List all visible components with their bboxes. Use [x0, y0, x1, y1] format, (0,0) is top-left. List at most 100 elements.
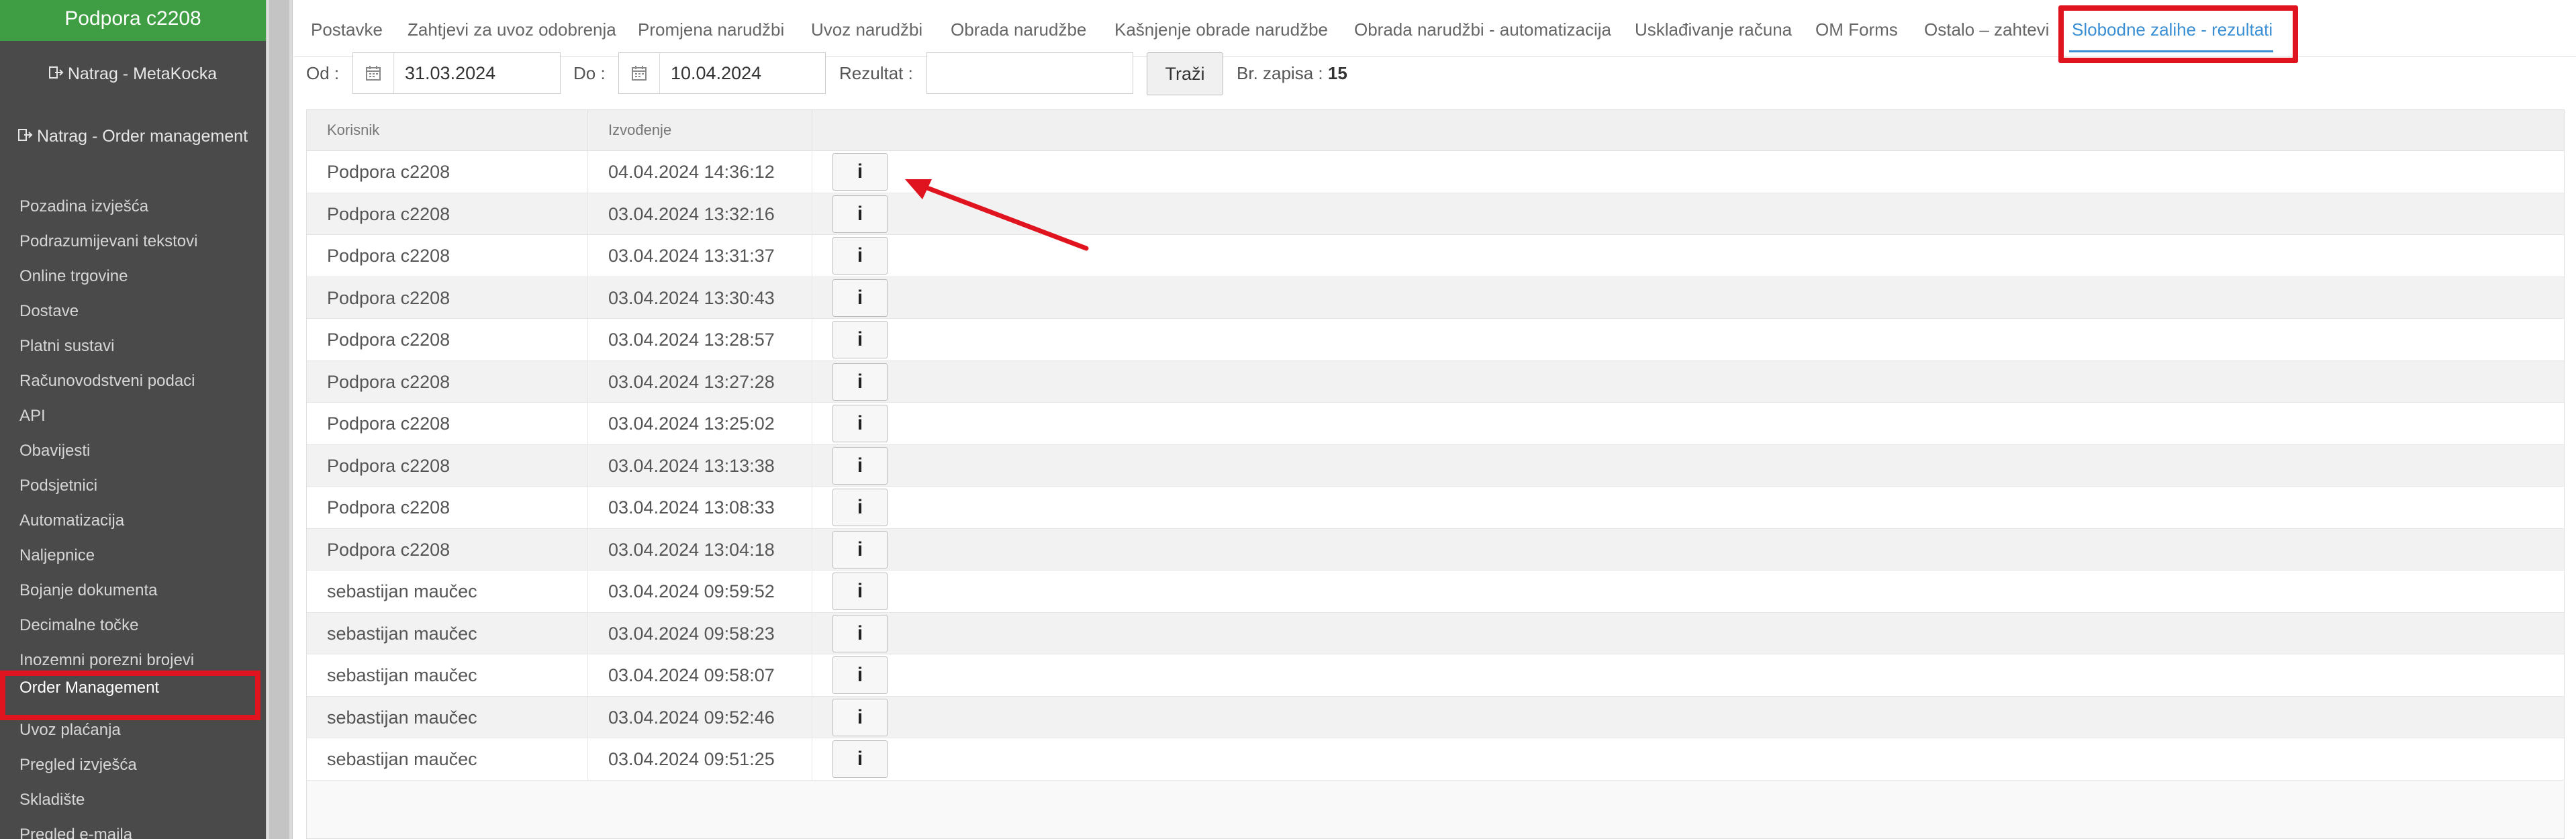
search-button[interactable]: Traži: [1147, 52, 1223, 95]
cell-user: Podpora c2208: [307, 319, 588, 360]
tab[interactable]: Promjena narudžbi: [638, 0, 784, 56]
info-button[interactable]: i: [832, 405, 888, 442]
info-button[interactable]: i: [832, 153, 888, 191]
sidebar-item[interactable]: Obavijesti: [0, 434, 266, 468]
sidebar-item[interactable]: Platni sustavi: [0, 329, 266, 364]
from-date-field[interactable]: 31.03.2024: [352, 52, 561, 94]
column-header-user[interactable]: Korisnik: [307, 110, 588, 150]
sidebar-item[interactable]: Podrazumijevani tekstovi: [0, 224, 266, 259]
tab[interactable]: OM Forms: [1815, 0, 1898, 56]
sidebar-scrollbar[interactable]: [266, 0, 293, 839]
cell-execution-time: 03.04.2024 13:04:18: [588, 528, 812, 570]
cell-user: Podpora c2208: [307, 403, 588, 444]
table-row: Podpora c2208 04.04.2024 14:36:12 i: [307, 151, 2564, 193]
tab[interactable]: Zahtjevi za uvoz odobrenja: [408, 0, 616, 56]
back-link-order-management[interactable]: Natrag - Order management: [0, 127, 266, 146]
to-date-field[interactable]: 10.04.2024: [618, 52, 826, 94]
sidebar-item[interactable]: Bojanje dokumenta: [0, 573, 266, 608]
column-header-execution[interactable]: Izvođenje: [588, 110, 812, 150]
sidebar-item[interactable]: Online trgovine: [0, 259, 266, 294]
cell-user: Podpora c2208: [307, 235, 588, 277]
info-button[interactable]: i: [832, 530, 888, 569]
table-row: Podpora c2208 03.04.2024 13:04:18 i: [307, 528, 2564, 571]
tab[interactable]: Uvoz narudžbi: [811, 0, 922, 56]
cell-actions: i: [812, 487, 2564, 528]
table-row: Podpora c2208 03.04.2024 13:32:16 i: [307, 193, 2564, 235]
highlight-box-active-tab: [2058, 5, 2298, 63]
cell-execution-time: 03.04.2024 09:58:07: [588, 654, 812, 696]
column-header-actions: [812, 110, 2564, 150]
info-button[interactable]: i: [832, 489, 888, 526]
table-row: sebastijan maučec 03.04.2024 09:59:52 i: [307, 571, 2564, 613]
tab[interactable]: Obrada narudžbi - automatizacija: [1354, 0, 1611, 56]
table-row: Podpora c2208 03.04.2024 13:27:28 i: [307, 360, 2564, 403]
result-input[interactable]: [926, 52, 1133, 94]
scrollbar-thumb[interactable]: [269, 0, 289, 839]
cell-user: sebastijan maučec: [307, 738, 588, 780]
cell-execution-time: 03.04.2024 13:25:02: [588, 403, 812, 444]
info-button[interactable]: i: [832, 698, 888, 736]
table-row: sebastijan maučec 03.04.2024 09:52:46 i: [307, 696, 2564, 738]
cell-execution-time: 03.04.2024 09:52:46: [588, 696, 812, 738]
table-header: Korisnik Izvođenje: [307, 110, 2564, 151]
sidebar-item[interactable]: Skladište: [0, 783, 266, 818]
tab[interactable]: Obrada narudžbe: [951, 0, 1086, 56]
tab[interactable]: Usklađivanje računa: [1635, 0, 1792, 56]
info-button[interactable]: i: [832, 321, 888, 358]
sidebar-item[interactable]: Pozadina izvješća: [0, 189, 266, 224]
info-button[interactable]: i: [832, 237, 888, 275]
cell-execution-time: 03.04.2024 13:28:57: [588, 319, 812, 360]
table-row: sebastijan maučec 03.04.2024 09:58:23 i: [307, 612, 2564, 654]
cell-actions: i: [812, 277, 2564, 319]
table-body: Podpora c2208 04.04.2024 14:36:12 i Podpora…: [307, 151, 2564, 781]
back-link-metakocka[interactable]: Natrag - MetaKocka: [0, 64, 266, 84]
sidebar-item[interactable]: Decimalne točke: [0, 608, 266, 643]
info-button[interactable]: i: [832, 740, 888, 778]
table-row: Podpora c2208 03.04.2024 13:08:33 i: [307, 487, 2564, 529]
arrow-annotation: [905, 179, 1089, 251]
sidebar-item[interactable]: Pregled izvješća: [0, 748, 266, 783]
info-button[interactable]: i: [832, 195, 888, 233]
sidebar-item[interactable]: Dostave: [0, 294, 266, 329]
info-button[interactable]: i: [832, 362, 888, 401]
cell-user: Podpora c2208: [307, 528, 588, 570]
sidebar-item[interactable]: Pregled e-maila: [0, 818, 266, 839]
results-table: Korisnik Izvođenje Podpora c2208 04.04.20…: [306, 109, 2565, 839]
sidebar-item[interactable]: Računovodstveni podaci: [0, 364, 266, 399]
cell-execution-time: 03.04.2024 09:51:25: [588, 738, 812, 780]
info-button[interactable]: i: [832, 614, 888, 652]
tab[interactable]: Kašnjenje obrade narudžbe: [1114, 0, 1328, 56]
back-link-label: Natrag - Order management: [36, 127, 248, 146]
tab[interactable]: Postavke: [311, 0, 383, 56]
calendar-icon[interactable]: [619, 53, 660, 93]
sidebar-item[interactable]: Podsjetnici: [0, 468, 266, 503]
info-button[interactable]: i: [832, 279, 888, 317]
tab[interactable]: Ostalo – zahtevi: [1924, 0, 2049, 56]
sign-out-icon: [48, 64, 64, 84]
cell-execution-time: 03.04.2024 13:31:37: [588, 235, 812, 277]
cell-actions: i: [812, 319, 2564, 360]
table-row: Podpora c2208 03.04.2024 13:13:38 i: [307, 444, 2564, 487]
cell-execution-time: 03.04.2024 13:13:38: [588, 444, 812, 486]
cell-user: Podpora c2208: [307, 277, 588, 318]
sidebar-menu: Pozadina izvješća Podrazumijevani tekstov…: [0, 189, 266, 839]
sidebar-item[interactable]: Naljepnice: [0, 538, 266, 573]
info-button[interactable]: i: [832, 573, 888, 610]
cell-execution-time: 03.04.2024 13:30:43: [588, 277, 812, 318]
table-row: Podpora c2208 03.04.2024 13:28:57 i: [307, 319, 2564, 361]
info-button[interactable]: i: [832, 656, 888, 694]
cell-actions: i: [812, 361, 2564, 403]
table-row: sebastijan maučec 03.04.2024 09:58:07 i: [307, 654, 2564, 697]
info-button[interactable]: i: [832, 446, 888, 485]
table-row: Podpora c2208 03.04.2024 13:31:37 i: [307, 235, 2564, 277]
calendar-icon[interactable]: [353, 53, 394, 93]
cell-user: Podpora c2208: [307, 487, 588, 528]
from-label: Od :: [306, 63, 340, 83]
sidebar-item[interactable]: Automatizacija: [0, 503, 266, 538]
cell-user: Podpora c2208: [307, 444, 588, 486]
sidebar-item[interactable]: Order Management: [0, 671, 260, 720]
sidebar-item[interactable]: API: [0, 399, 266, 434]
cell-execution-time: 03.04.2024 13:27:28: [588, 360, 812, 402]
cell-user: sebastijan maučec: [307, 654, 588, 696]
record-count-label: Br. zapisa :: [1237, 63, 1323, 83]
